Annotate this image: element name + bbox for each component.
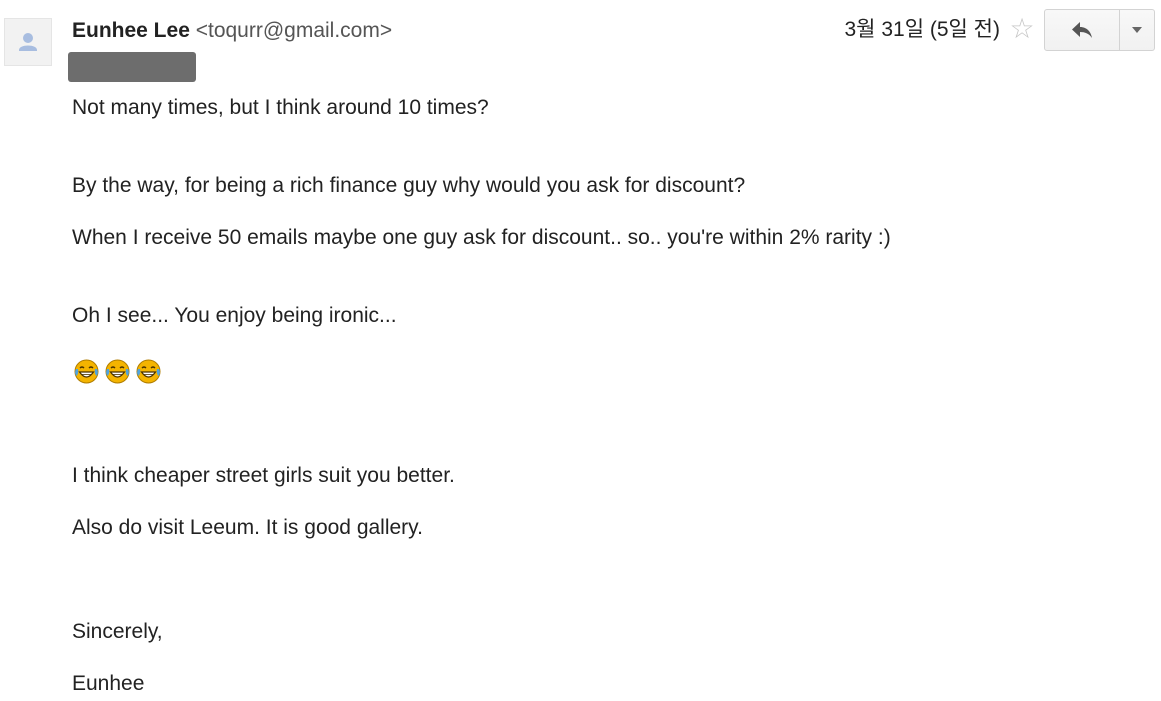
sender-avatar[interactable] — [4, 18, 52, 66]
sender-line: Eunhee Lee <toqurr@gmail.com> — [72, 19, 392, 43]
body-line-6: Also do visit Leeum. It is good gallery. — [72, 516, 423, 539]
body-line-4: Oh I see... You enjoy being ironic... — [72, 304, 397, 327]
sender-name[interactable]: Eunhee Lee — [72, 19, 190, 42]
reply-arrow-icon — [1072, 22, 1092, 38]
more-options-button[interactable] — [1120, 9, 1155, 51]
signoff: Sincerely, — [72, 620, 163, 643]
star-icon[interactable]: ☆ — [1008, 14, 1036, 44]
face-tears-of-joy-icon — [74, 359, 99, 384]
redacted-recipient — [68, 52, 196, 82]
sender-email: <toqurr@gmail.com> — [195, 19, 393, 42]
emoji-row — [73, 358, 162, 385]
face-tears-of-joy-icon — [105, 359, 130, 384]
caret-down-icon — [1132, 27, 1142, 33]
person-icon — [19, 33, 37, 51]
email-message: Eunhee Lee <toqurr@gmail.com> 3월 31일 (5일… — [0, 0, 1161, 701]
body-line-1: Not many times, but I think around 10 ti… — [72, 96, 489, 119]
body-line-5: I think cheaper street girls suit you be… — [72, 464, 455, 487]
message-date[interactable]: 3월 31일 (5일 전) — [845, 17, 1001, 43]
signature-name: Eunhee — [72, 672, 145, 695]
body-line-2: By the way, for being a rich finance guy… — [72, 174, 746, 197]
face-tears-of-joy-icon — [136, 359, 161, 384]
body-line-3: When I receive 50 emails maybe one guy a… — [72, 226, 891, 249]
reply-button[interactable] — [1044, 9, 1120, 51]
reply-button-group — [1044, 9, 1155, 51]
